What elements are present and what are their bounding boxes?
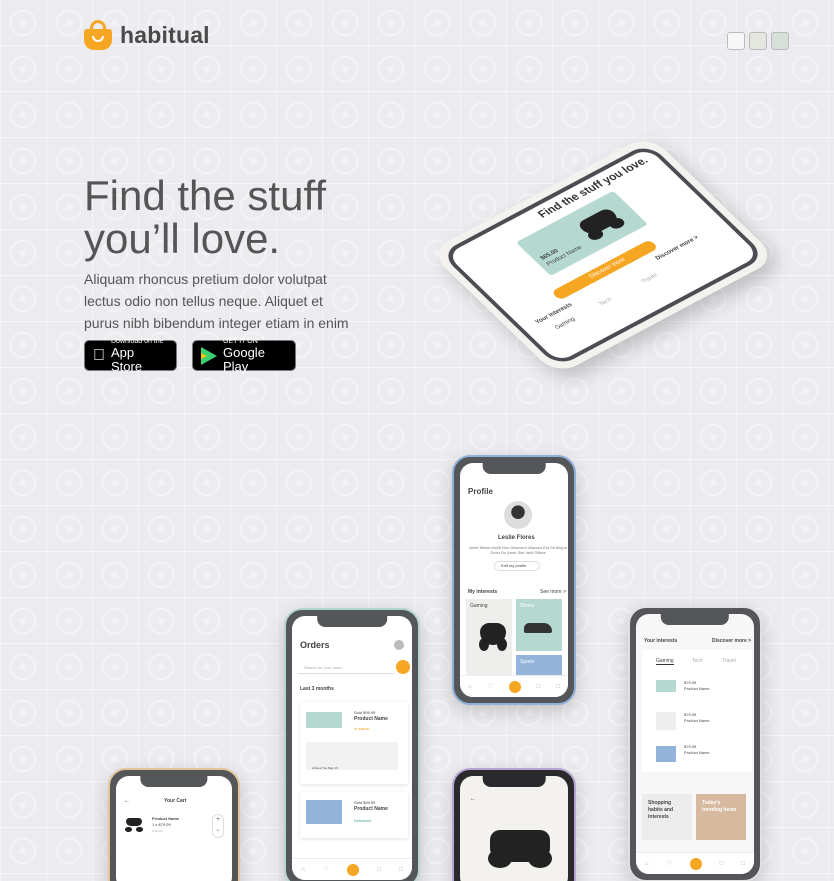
search-icon[interactable]	[689, 857, 702, 870]
product-thumb[interactable]	[656, 746, 676, 762]
bookmark-icon[interactable]: □	[377, 867, 381, 873]
swatch[interactable]	[771, 32, 789, 50]
cart-color-label: COLOR	[152, 829, 163, 833]
hero-title: Find the stuff you’ll love.	[84, 172, 327, 262]
period-label: Last 3 months	[300, 686, 334, 692]
brand-name: habitual	[120, 21, 210, 48]
avatar[interactable]	[394, 640, 404, 650]
search-icon[interactable]	[346, 863, 359, 876]
heart-icon[interactable]: ♡	[488, 683, 493, 690]
interests-title: Your interests	[644, 638, 678, 644]
discover-link[interactable]: Discover more >	[712, 638, 751, 644]
cart-phone-mockup: ← Your Cart Product Name 1 x $79.99 COLO…	[108, 768, 240, 881]
profile-bio: Amet Minim Mollit Non Deserunt Ullamco E…	[469, 545, 567, 555]
swatch[interactable]	[727, 32, 745, 50]
back-icon[interactable]: ←	[124, 798, 130, 804]
tab-tech[interactable]: Tech	[598, 297, 614, 307]
edit-profile-button[interactable]: Edit my profile	[494, 561, 540, 571]
quantity-stepper[interactable]: + −	[212, 814, 224, 838]
interests-card: Gaming Tech Travel $79.99 Product Name $…	[642, 650, 752, 772]
interests-phone-mockup: Your interests Discover more > Gaming Te…	[628, 606, 762, 881]
google-play-icon	[201, 346, 217, 365]
swatch[interactable]	[749, 32, 767, 50]
order-card[interactable]: Sold $99.99 Product Name Delivered	[300, 792, 408, 838]
tab-tech[interactable]: Tech	[692, 658, 703, 664]
controller-image	[487, 830, 553, 868]
controller-image	[576, 207, 622, 238]
controller-phone-mockup: ←	[452, 768, 576, 881]
tab-bar: ⌂ ♡ □ □	[292, 858, 412, 880]
tilted-phone-mockup: Find the stuff you love. $65.00 Product …	[428, 134, 788, 376]
google-play-button[interactable]: GET IT ON Google Play	[192, 338, 296, 374]
shopping-habits-card[interactable]: Shopping habits and interests	[642, 794, 692, 840]
tab-gaming[interactable]: Gaming	[554, 317, 577, 331]
bookmark-icon[interactable]: □	[720, 861, 724, 867]
apple-icon: 	[93, 347, 105, 365]
tab-travel[interactable]: Travel	[722, 658, 736, 664]
cart-title: Your Cart	[164, 798, 187, 804]
tab-travel[interactable]: Travel	[640, 273, 659, 285]
home-icon[interactable]: ⌂	[301, 867, 305, 873]
filter-button[interactable]	[396, 660, 410, 674]
cart-icon[interactable]: □	[399, 867, 403, 873]
discover-link[interactable]: Discover more >	[654, 235, 700, 261]
orders-phone-mockup: Orders Search for your order Last 3 mont…	[284, 608, 420, 881]
tab-gaming[interactable]: Gaming	[656, 658, 674, 665]
profile-title: Profile	[468, 487, 493, 496]
tab-bar: ⌂ ♡ □ □	[460, 675, 568, 697]
bookmark-icon[interactable]: □	[537, 684, 541, 690]
product-thumb[interactable]	[656, 712, 676, 730]
interests-label: My interests	[468, 589, 498, 595]
cart-icon[interactable]: □	[741, 861, 745, 867]
trending-items-card[interactable]: Today's trending items	[696, 794, 746, 840]
status-badge: In transit	[354, 726, 370, 731]
interest-card-shoes[interactable]: Shoes	[516, 599, 562, 651]
color-swatches	[727, 32, 789, 50]
app-store-button[interactable]:  Download on the App Store	[84, 338, 177, 373]
tab-bar: ⌂ ♡ □ □	[636, 852, 754, 874]
home-icon[interactable]: ⌂	[645, 861, 649, 867]
brand-logo[interactable]: habitual	[84, 20, 210, 50]
order-search-input[interactable]: Search for your order	[298, 662, 394, 674]
heart-icon[interactable]: ♡	[667, 860, 672, 867]
profile-phone-mockup: Profile Leslie Flores Amet Minim Mollit …	[452, 455, 576, 705]
back-icon[interactable]: ←	[470, 796, 476, 802]
avatar[interactable]	[504, 501, 532, 529]
see-more-link[interactable]: See more >	[540, 589, 566, 595]
controller-image	[125, 818, 143, 832]
google-play-label: Google Play	[223, 344, 265, 374]
cart-product-name: Product Name	[152, 816, 180, 821]
interest-card-sports[interactable]: Sports	[516, 655, 562, 677]
profile-name: Leslie Flores	[498, 535, 535, 541]
order-card[interactable]: Sold $99.99 Product Name In transit Arri…	[300, 702, 408, 784]
search-icon[interactable]	[508, 680, 521, 693]
cart-icon[interactable]: □	[556, 684, 560, 690]
status-badge: Delivered	[354, 818, 371, 823]
product-thumb[interactable]	[656, 680, 676, 692]
shoe-image	[524, 623, 552, 633]
orders-title: Orders	[300, 640, 330, 650]
home-icon[interactable]: ⌂	[468, 684, 472, 690]
heart-icon[interactable]: ♡	[323, 866, 328, 873]
cart-product-price: 1 x $79.99	[152, 822, 171, 827]
controller-image	[478, 623, 508, 651]
shopping-bag-icon	[84, 20, 112, 50]
app-store-label: App Store	[99, 345, 157, 373]
interest-card-gaming[interactable]: Gaming	[466, 599, 512, 677]
